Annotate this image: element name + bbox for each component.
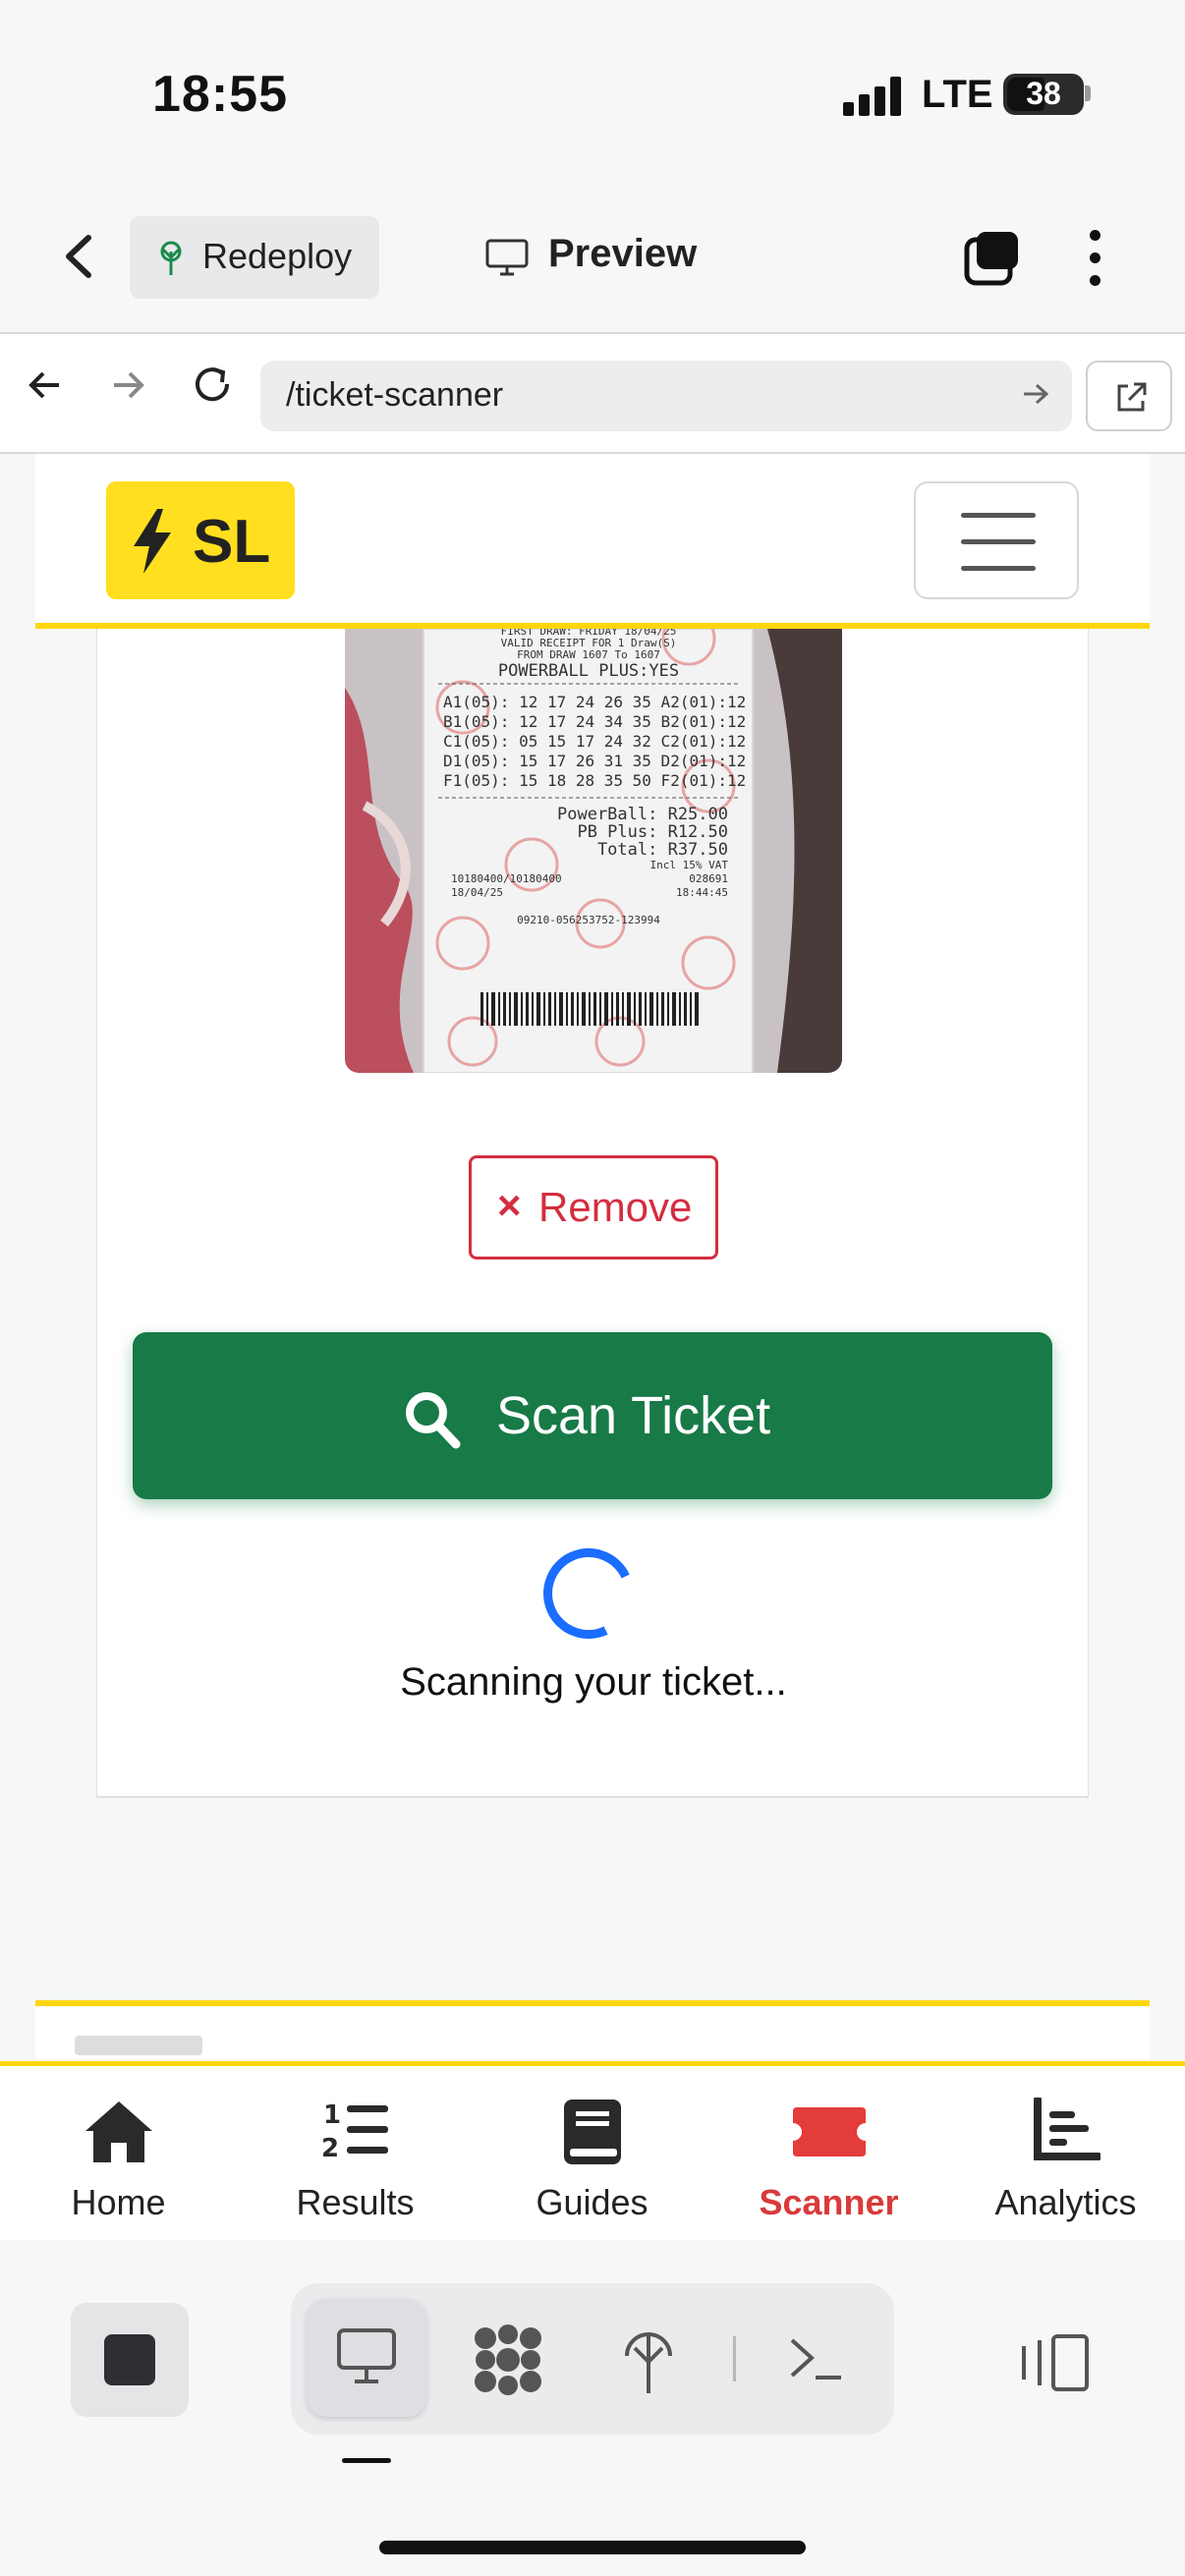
- toolbar-divider: [733, 2336, 736, 2381]
- desktop-view-button[interactable]: [307, 2299, 426, 2417]
- nav-item-analytics[interactable]: Analytics: [947, 2066, 1184, 2245]
- status-bar: 18:55 LTE 38: [0, 0, 1185, 196]
- nav-item-guides[interactable]: Guides: [474, 2066, 710, 2245]
- scanner-card: FIRST DRAW: FRIDAY 18/04/25 VALID RECEIP…: [96, 629, 1089, 1798]
- preview-tab[interactable]: Preview: [548, 232, 697, 276]
- site-header: SL: [35, 454, 1150, 629]
- deploy-icon: [160, 241, 182, 275]
- external-link-icon: [1117, 382, 1147, 412]
- battery-icon: 38: [1003, 74, 1084, 115]
- scan-ticket-label: Scan Ticket: [496, 1386, 771, 1445]
- ticket-total: Total: R37.50: [597, 840, 728, 860]
- nav-item-label: Results: [296, 2182, 415, 2222]
- browser-back-icon[interactable]: [26, 365, 65, 416]
- tabs-icon[interactable]: [963, 228, 1022, 287]
- ticket-board: A1(05): 12 17 24 26 35 A2(01):12: [443, 693, 746, 711]
- ticket-date: 18/04/25: [451, 886, 503, 899]
- network-type: LTE: [922, 73, 993, 116]
- section-heading-partial: [75, 2036, 202, 2055]
- browser-address-bar: /ticket-scanner: [0, 332, 1185, 454]
- close-icon: ×: [497, 1182, 522, 1228]
- url-input[interactable]: /ticket-scanner: [260, 361, 1072, 431]
- ticket-board: D1(05): 15 17 26 31 35 D2(01):12: [443, 752, 746, 770]
- apps-icon[interactable]: [472, 2324, 544, 2395]
- ticket-header-line: FROM DRAW 1607 To 1607: [517, 648, 660, 661]
- ticket-board: C1(05): 05 15 17 24 32 C2(01):12: [443, 732, 746, 751]
- ticket-powerball-plus: POWERBALL PLUS:YES: [498, 661, 679, 681]
- home-icon: [85, 2101, 152, 2162]
- svg-text:1: 1: [323, 2100, 341, 2130]
- nav-item-label: Scanner: [759, 2182, 899, 2222]
- logo-text: SL: [193, 508, 271, 576]
- reload-icon[interactable]: [190, 362, 235, 418]
- ticket-pb-plus-price: PB Plus: R12.50: [577, 822, 728, 842]
- next-section-card: [35, 2000, 1150, 2059]
- ticket-icon: [792, 2107, 866, 2156]
- split-view-icon[interactable]: [1018, 2332, 1091, 2393]
- nav-item-results[interactable]: 1 2 Results: [237, 2066, 474, 2245]
- ticket-board: B1(05): 12 17 24 34 35 B2(01):12: [443, 712, 746, 731]
- lightning-icon: [134, 509, 171, 574]
- ticket-time: 18:44:45: [676, 886, 728, 899]
- active-view-indicator: [342, 2458, 391, 2463]
- back-chevron-icon[interactable]: [59, 228, 98, 295]
- terminal-icon[interactable]: [786, 2332, 845, 2385]
- loading-spinner: [531, 1536, 647, 1652]
- nav-item-home[interactable]: Home: [0, 2066, 237, 2245]
- deploy-icon[interactable]: [619, 2323, 678, 2397]
- signal-icon: [843, 77, 902, 116]
- book-icon: [563, 2100, 621, 2164]
- ticket-vat: Incl 15% VAT: [650, 859, 729, 871]
- nav-item-scanner[interactable]: Scanner: [710, 2066, 947, 2245]
- ticket-terminal: 10180400/10180400: [451, 872, 562, 885]
- scan-ticket-button[interactable]: Scan Ticket: [133, 1332, 1052, 1499]
- list-ordered-icon: 1 2: [321, 2100, 388, 2162]
- battery-cap: [1085, 85, 1091, 101]
- nav-item-label: Analytics: [994, 2182, 1137, 2222]
- redeploy-label: Redeploy: [202, 236, 353, 276]
- stop-button[interactable]: [71, 2303, 189, 2417]
- home-indicator[interactable]: [379, 2541, 806, 2554]
- nav-item-label: Home: [71, 2182, 166, 2222]
- chart-icon: [1033, 2098, 1100, 2160]
- remove-image-button[interactable]: × Remove: [469, 1155, 718, 1260]
- remove-label: Remove: [538, 1184, 693, 1230]
- monitor-icon: [337, 2328, 396, 2383]
- view-switcher: [291, 2283, 894, 2435]
- ticket-serial: 09210-056253752-123994: [517, 914, 660, 926]
- site-logo[interactable]: SL: [106, 481, 295, 599]
- menu-toggle-button[interactable]: [914, 481, 1079, 599]
- url-go-icon[interactable]: [1021, 374, 1050, 422]
- ticket-powerball-price: PowerBall: R25.00: [557, 805, 728, 824]
- bottom-navigation: Home 1 2 Results Guides Scanner Analytic…: [0, 2061, 1185, 2240]
- search-icon: [406, 1392, 461, 1449]
- svg-text:2: 2: [321, 2134, 339, 2162]
- more-options-icon[interactable]: [1081, 228, 1110, 289]
- ticket-board: F1(05): 15 18 28 35 50 F2(01):12: [443, 771, 746, 790]
- open-external-button[interactable]: [1086, 361, 1172, 431]
- nav-item-label: Guides: [536, 2182, 649, 2222]
- monitor-icon: [485, 239, 529, 276]
- browser-forward-icon[interactable]: [108, 365, 147, 416]
- stop-icon: [104, 2334, 155, 2385]
- battery-level: 38: [1026, 76, 1061, 111]
- url-text: /ticket-scanner: [286, 376, 504, 414]
- ticket-preview-image: FIRST DRAW: FRIDAY 18/04/25 VALID RECEIP…: [345, 629, 842, 1073]
- scanning-status-text: Scanning your ticket...: [400, 1660, 787, 1704]
- ticket-code: 028691: [689, 872, 728, 885]
- redeploy-button[interactable]: Redeploy: [130, 216, 379, 299]
- clock: 18:55: [152, 66, 288, 123]
- workspace-dock: [0, 2240, 1185, 2576]
